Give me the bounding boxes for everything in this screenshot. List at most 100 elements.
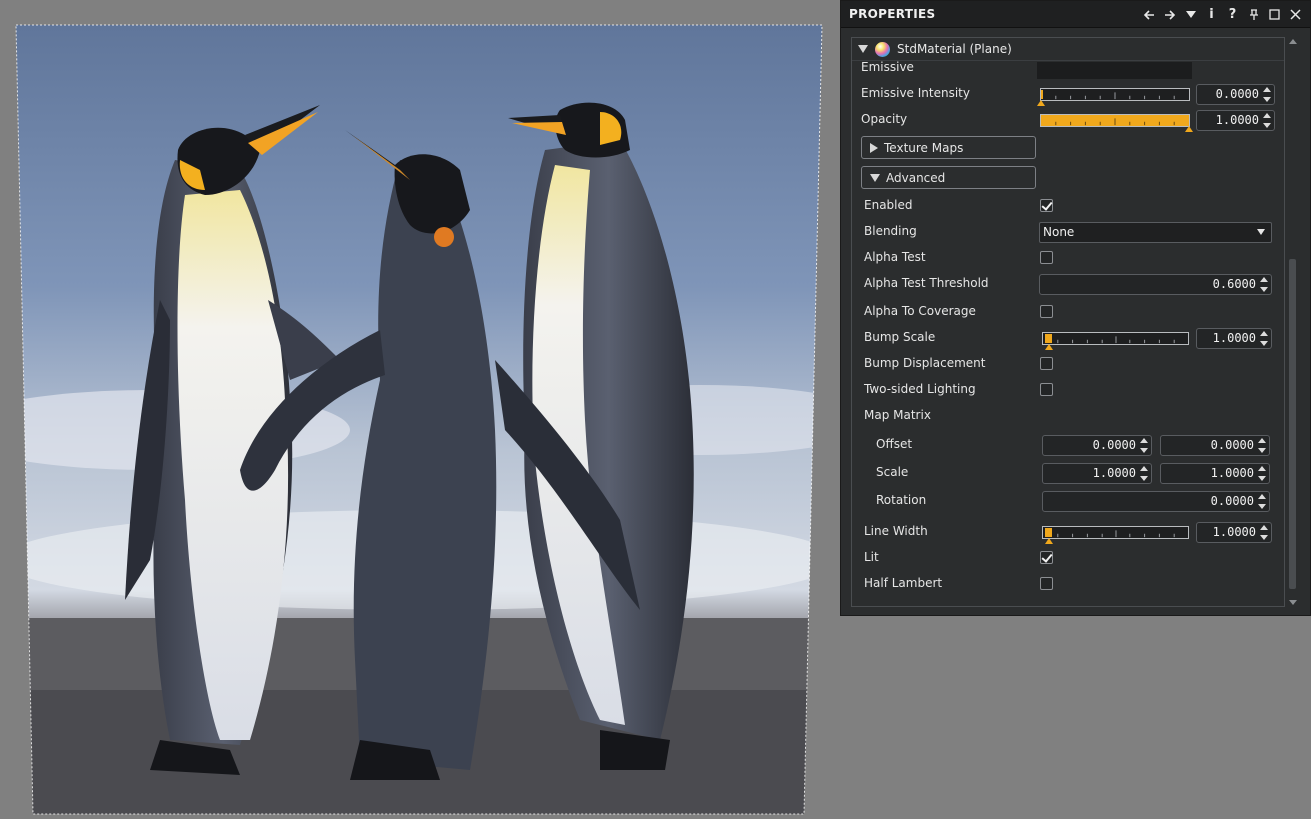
slider-thumb[interactable] (1185, 126, 1193, 132)
close-icon[interactable] (1285, 4, 1306, 25)
scrollbar-thumb[interactable] (1289, 259, 1296, 589)
alpha-test-threshold-value: 0.6000 (1212, 277, 1256, 291)
offset-x-input[interactable]: 0.0000 (1042, 435, 1152, 456)
material-header[interactable]: StdMaterial (Plane) (852, 38, 1284, 61)
spinner-icon[interactable] (1263, 113, 1272, 128)
alpha-to-coverage-checkbox[interactable] (1040, 305, 1053, 318)
scroll-up-icon[interactable] (1289, 39, 1297, 44)
bump-scale-value: 1.0000 (1212, 331, 1256, 345)
properties-panel: PROPERTIES i ? StdMaterial (Plane) Emiss… (840, 0, 1311, 616)
pin-icon[interactable] (1243, 4, 1264, 25)
alpha-to-coverage-label: Alpha To Coverage (864, 304, 976, 318)
slider-thumb[interactable] (1045, 538, 1053, 544)
emissive-intensity-slider[interactable] (1037, 88, 1190, 106)
lit-label: Lit (864, 550, 879, 564)
spinner-icon[interactable] (1260, 277, 1269, 292)
arrow-left-icon[interactable] (1138, 4, 1159, 25)
opacity-slider[interactable] (1040, 114, 1193, 132)
bump-displacement-label: Bump Displacement (864, 356, 986, 370)
slider-ticks (1055, 118, 1175, 126)
opacity-value: 1.0000 (1215, 113, 1259, 127)
material-name: StdMaterial (Plane) (897, 42, 1012, 56)
material-sphere-icon (875, 41, 890, 57)
alpha-test-threshold-input[interactable]: 0.6000 (1039, 274, 1272, 295)
panel-title: PROPERTIES (849, 7, 936, 21)
offset-y-input[interactable]: 0.0000 (1160, 435, 1270, 456)
enabled-label: Enabled (864, 198, 913, 212)
half-lambert-label: Half Lambert (864, 576, 943, 590)
enabled-checkbox[interactable] (1040, 199, 1053, 212)
chevron-down-icon (1257, 229, 1265, 235)
blending-select[interactable]: None (1039, 222, 1272, 243)
panel-header: PROPERTIES i ? (841, 1, 1310, 28)
help-icon[interactable]: ? (1222, 4, 1243, 25)
spinner-icon[interactable] (1260, 525, 1269, 540)
slider-knob[interactable] (1045, 528, 1052, 537)
spinner-icon[interactable] (1258, 466, 1267, 481)
bump-displacement-checkbox[interactable] (1040, 357, 1053, 370)
collapse-triangle-icon (870, 173, 880, 182)
slider-ticks (1057, 530, 1175, 538)
opacity-label: Opacity (861, 112, 908, 126)
map-matrix-label: Map Matrix (864, 408, 931, 422)
alpha-test-threshold-label: Alpha Test Threshold (864, 276, 989, 290)
emissive-color-swatch[interactable] (1037, 62, 1192, 79)
spinner-icon[interactable] (1258, 494, 1267, 509)
spinner-icon[interactable] (1258, 438, 1267, 453)
scroll-down-icon[interactable] (1289, 600, 1297, 605)
panel-scrollbar[interactable] (1287, 37, 1298, 607)
textured-plane[interactable] (0, 0, 838, 819)
scale-x-input[interactable]: 1.0000 (1042, 463, 1152, 484)
spinner-icon[interactable] (1140, 466, 1149, 481)
two-sided-lighting-checkbox[interactable] (1040, 383, 1053, 396)
panel-header-icons: i ? (1138, 1, 1306, 28)
rotation-input[interactable]: 0.0000 (1042, 491, 1270, 512)
line-width-slider[interactable] (1042, 526, 1189, 544)
texture-maps-label: Texture Maps (884, 140, 964, 155)
slider-knob[interactable] (1045, 334, 1052, 343)
spinner-icon[interactable] (1140, 438, 1149, 453)
line-width-input[interactable]: 1.0000 (1196, 522, 1272, 543)
slider-ticks (1057, 336, 1175, 344)
emissive-intensity-label: Emissive Intensity (861, 86, 970, 100)
material-section: StdMaterial (Plane) Emissive Emissive In… (851, 37, 1285, 607)
spinner-icon[interactable] (1263, 87, 1272, 102)
texture-maps-toggle[interactable]: Texture Maps (861, 136, 1036, 159)
slider-ticks (1055, 92, 1175, 100)
arrow-right-icon[interactable] (1159, 4, 1180, 25)
rotation-value: 0.0000 (1210, 494, 1254, 508)
emissive-intensity-input[interactable]: 0.0000 (1196, 84, 1275, 105)
blending-label: Blending (864, 224, 917, 238)
expand-triangle-icon (870, 142, 878, 153)
collapse-triangle-icon[interactable] (858, 45, 868, 53)
scale-y-input[interactable]: 1.0000 (1160, 463, 1270, 484)
scale-label: Scale (876, 465, 909, 479)
bump-scale-label: Bump Scale (864, 330, 936, 344)
slider-thumb[interactable] (1045, 344, 1053, 350)
slider-thumb[interactable] (1037, 100, 1045, 106)
slider-knob[interactable] (1041, 90, 1043, 99)
alpha-test-checkbox[interactable] (1040, 251, 1053, 264)
offset-x-value: 0.0000 (1092, 438, 1136, 452)
dropdown-icon[interactable] (1180, 4, 1201, 25)
half-lambert-checkbox[interactable] (1040, 577, 1053, 590)
line-width-label: Line Width (864, 524, 928, 538)
bump-scale-input[interactable]: 1.0000 (1196, 328, 1272, 349)
two-sided-lighting-label: Two-sided Lighting (864, 382, 976, 396)
viewport[interactable] (0, 0, 838, 819)
advanced-label: Advanced (886, 170, 946, 185)
scale-x-value: 1.0000 (1092, 466, 1136, 480)
opacity-input[interactable]: 1.0000 (1196, 110, 1275, 131)
line-width-value: 1.0000 (1212, 525, 1256, 539)
spinner-icon[interactable] (1260, 331, 1269, 346)
rotation-label: Rotation (876, 493, 927, 507)
alpha-test-label: Alpha Test (864, 250, 926, 264)
scale-y-value: 1.0000 (1210, 466, 1254, 480)
maximize-icon[interactable] (1264, 4, 1285, 25)
blending-value: None (1043, 225, 1075, 239)
bump-scale-slider[interactable] (1042, 332, 1189, 350)
lit-checkbox[interactable] (1040, 551, 1053, 564)
advanced-toggle[interactable]: Advanced (861, 166, 1036, 189)
info-icon[interactable]: i (1201, 4, 1222, 25)
emissive-intensity-value: 0.0000 (1215, 87, 1259, 101)
